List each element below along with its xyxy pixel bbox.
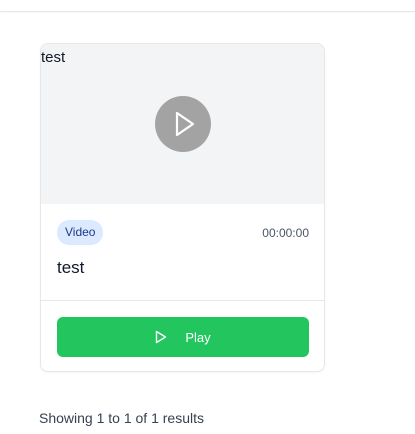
play-icon [156, 330, 167, 344]
type-badge: Video [57, 220, 104, 245]
card-divider [41, 300, 324, 301]
video-thumbnail-title: test [41, 49, 66, 66]
video-meta-row: Video 00:00:00 [57, 220, 309, 245]
video-card: test Video 00:00:00 test Play [40, 43, 325, 372]
play-button-label: Play [185, 329, 211, 345]
play-button[interactable]: Play [57, 317, 309, 357]
video-title: test [57, 258, 85, 277]
play-overlay-button[interactable] [155, 96, 211, 152]
play-icon [175, 111, 194, 137]
results-summary: Showing 1 to 1 of 1 results [39, 410, 204, 426]
top-bar [0, 0, 415, 12]
video-thumbnail[interactable]: test [41, 44, 324, 204]
duration-label: 00:00:00 [262, 226, 309, 240]
